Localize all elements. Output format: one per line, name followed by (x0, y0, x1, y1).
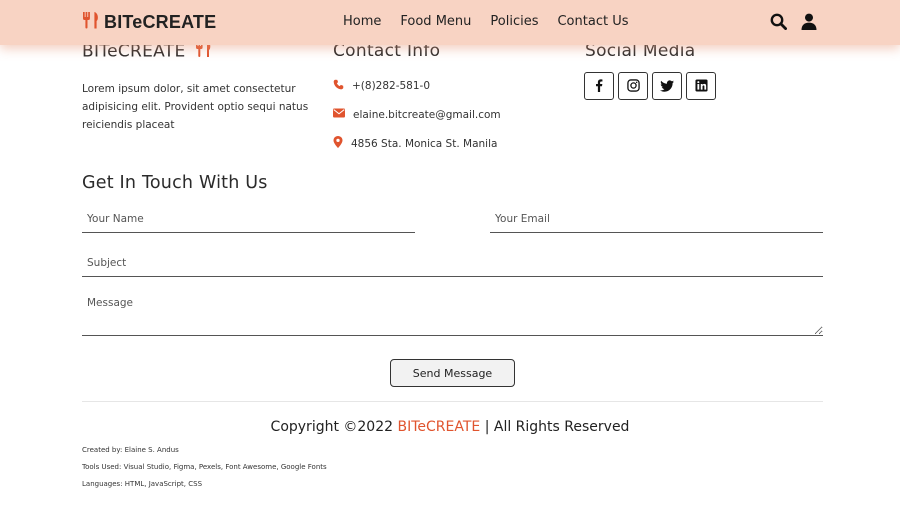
twitter-icon (660, 77, 674, 96)
linkedin-button[interactable] (686, 72, 716, 100)
form-title: Get In Touch With Us (82, 173, 268, 193)
user-icon[interactable] (801, 13, 817, 34)
name-input[interactable] (82, 205, 415, 233)
contact-email: elaine.bitcreate@gmail.com (333, 108, 501, 121)
credit-created-by: Created by: Elaine S. Andus (82, 446, 179, 454)
email-text[interactable]: elaine.bitcreate@gmail.com (353, 109, 501, 121)
linkedin-icon (694, 77, 708, 96)
copyright-brand: BITeCREATE (397, 419, 481, 435)
nav-policies[interactable]: Policies (490, 14, 538, 29)
email-input[interactable] (490, 205, 823, 233)
copyright-prefix: Copyright ©2022 (270, 419, 398, 435)
logo[interactable]: BITeCREATE (82, 11, 216, 34)
instagram-icon (626, 77, 640, 96)
header-actions (770, 13, 817, 34)
credit-tools: Tools Used: Visual Studio, Figma, Pexels… (82, 463, 327, 471)
nav-food-menu[interactable]: Food Menu (400, 14, 471, 29)
phone-text: +(8)282-581-0 (352, 80, 431, 92)
contact-phone: +(8)282-581-0 (333, 79, 430, 93)
about-text: Lorem ipsum dolor, sit amet consectetur … (82, 83, 309, 131)
facebook-button[interactable] (584, 72, 614, 100)
nav-contact-us[interactable]: Contact Us (557, 14, 628, 29)
envelope-icon (333, 108, 345, 121)
subject-input[interactable] (82, 249, 823, 277)
map-pin-icon (333, 136, 343, 151)
top-navbar: BITeCREATE Home Food Menu Policies Conta… (0, 0, 900, 45)
instagram-button[interactable] (618, 72, 648, 100)
search-icon[interactable] (770, 13, 788, 34)
twitter-button[interactable] (652, 72, 682, 100)
facebook-icon (595, 77, 603, 96)
credit-languages: Languages: HTML, JavaScript, CSS (82, 480, 203, 488)
main-nav: Home Food Menu Policies Contact Us (343, 14, 628, 29)
phone-icon (333, 79, 344, 93)
address-text: 4856 Sta. Monica St. Manila (351, 137, 498, 150)
send-message-button[interactable]: Send Message (390, 359, 515, 387)
utensils-logo-icon (82, 11, 100, 34)
contact-address: 4856 Sta. Monica St. Manila (333, 136, 497, 151)
copyright-suffix: | All Rights Reserved (480, 419, 630, 435)
logo-text: BITeCREATE (104, 12, 217, 32)
copyright: Copyright ©2022 BITeCREATE | All Rights … (0, 419, 900, 435)
divider (82, 401, 823, 402)
message-textarea[interactable] (82, 292, 823, 336)
social-links (584, 72, 716, 100)
nav-home[interactable]: Home (343, 14, 381, 29)
